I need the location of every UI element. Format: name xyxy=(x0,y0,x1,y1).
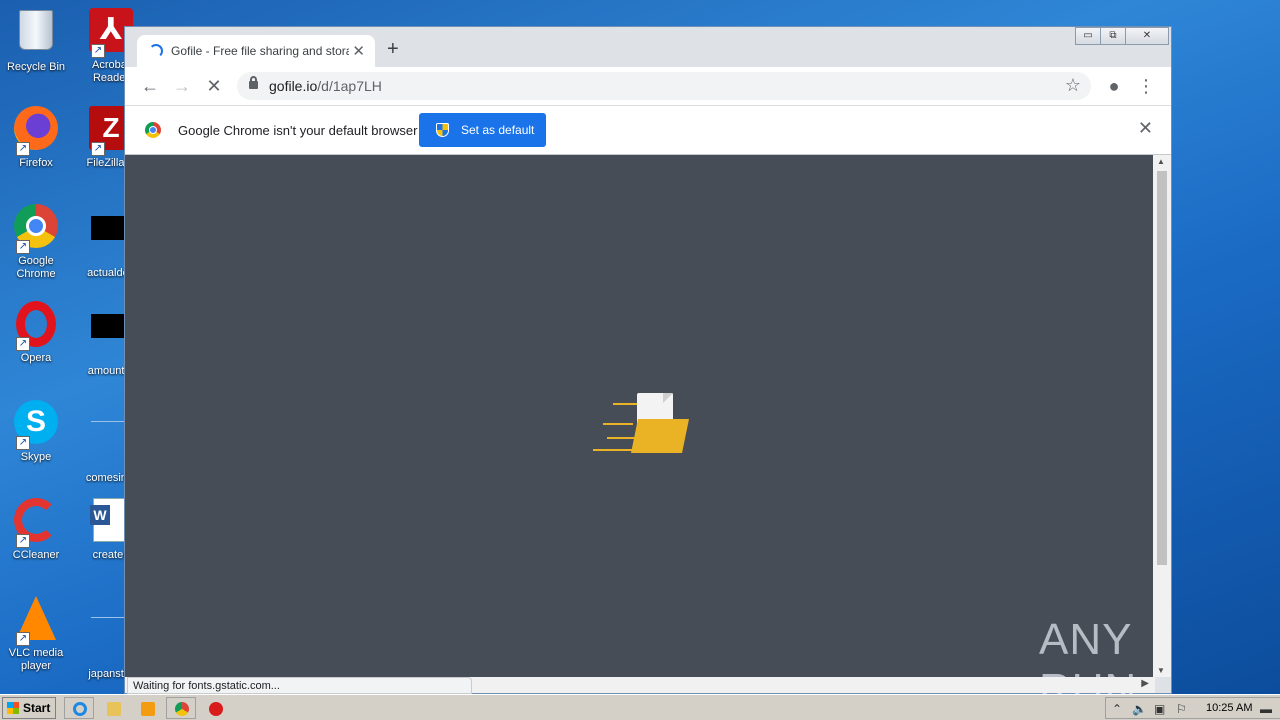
chrome-logo-icon xyxy=(145,122,161,138)
desktop-icon-skype[interactable]: S ↗ Skype xyxy=(0,398,72,464)
action-center-flag-icon[interactable]: ⚐ xyxy=(1176,702,1187,716)
restore-button[interactable]: ⧉ xyxy=(1100,27,1126,45)
tab-close-icon[interactable]: ✕ xyxy=(352,42,365,60)
taskbar-media-player xyxy=(132,697,162,719)
browser-toolbar: ← → ✕ gofile.io/d/1ap7LH ☆ ● ⋮ xyxy=(125,67,1171,105)
chrome-icon xyxy=(175,702,189,716)
new-tab-button[interactable]: + xyxy=(387,39,399,59)
scrollbar-thumb[interactable] xyxy=(1157,171,1167,565)
page-content: ANY RUN xyxy=(125,155,1155,714)
desktop-icon-opera[interactable]: ↗ Opera xyxy=(0,300,72,365)
start-button[interactable]: Start xyxy=(2,697,56,719)
volume-icon[interactable]: 🔈 xyxy=(1132,702,1147,716)
taskbar-opera xyxy=(200,697,230,719)
back-arrow-icon[interactable]: ← xyxy=(137,73,163,99)
vertical-scrollbar[interactable]: ▲ ▼ xyxy=(1153,155,1171,677)
infobar-message: Google Chrome isn't your default browser xyxy=(178,123,418,138)
desktop-icon-ccleaner[interactable]: ↗ CCleaner xyxy=(0,496,72,562)
infobar-close-icon[interactable]: ✕ xyxy=(1138,118,1153,139)
clock[interactable]: 10:25 AM xyxy=(1206,702,1252,714)
minimize-button[interactable]: ▭ xyxy=(1075,27,1101,45)
taskbar-chrome[interactable] xyxy=(166,697,196,719)
system-tray: ⌃ 🔈 ▣ ⚐ 10:25 AM ▬ xyxy=(1105,697,1280,719)
bookmark-star-icon[interactable]: ☆ xyxy=(1065,75,1081,96)
recycle-bin-icon xyxy=(19,10,53,50)
taskbar-explorer xyxy=(98,697,128,719)
shield-icon xyxy=(436,123,449,137)
url-text: gofile.io/d/1ap7LH xyxy=(269,78,382,94)
tray-expand-icon[interactable]: ⌃ xyxy=(1112,702,1122,716)
desktop-icon-chrome[interactable]: ↗ Google Chrome xyxy=(0,202,72,281)
media-player-icon[interactable] xyxy=(141,702,155,716)
profile-icon[interactable]: ● xyxy=(1101,73,1127,99)
forward-arrow-icon[interactable]: → xyxy=(169,73,195,99)
show-desktop-icon[interactable]: ▬ xyxy=(1260,702,1272,716)
windows-logo-icon xyxy=(7,702,19,714)
status-bubble: Waiting for fonts.gstatic.com... xyxy=(127,677,472,694)
taskbar: Start ⌃ 🔈 ▣ ⚐ 10:25 AM ▬ xyxy=(0,694,1280,720)
desktop-icon-firefox[interactable]: ↗ Firefox xyxy=(0,104,72,170)
folder-icon[interactable] xyxy=(107,702,121,716)
desktop-icon-recycle-bin[interactable]: Recycle Bin xyxy=(0,6,72,74)
gofile-loading-folder-icon xyxy=(593,391,693,461)
internet-explorer-icon xyxy=(73,702,87,716)
default-browser-infobar: Google Chrome isn't your default browser… xyxy=(125,105,1171,155)
tab-strip: Gofile - Free file sharing and storage ✕… xyxy=(125,27,1171,67)
stop-loading-icon[interactable]: ✕ xyxy=(201,73,227,99)
set-as-default-button[interactable]: Set as default xyxy=(419,113,546,147)
taskbar-ie[interactable] xyxy=(64,697,94,719)
network-icon[interactable]: ▣ xyxy=(1154,702,1165,716)
menu-kebab-icon[interactable]: ⋮ xyxy=(1133,73,1159,99)
loading-spinner-icon xyxy=(149,44,163,58)
address-bar[interactable]: gofile.io/d/1ap7LH ☆ xyxy=(237,72,1091,100)
tab-gofile[interactable]: Gofile - Free file sharing and storage ✕ xyxy=(137,35,375,67)
lock-icon xyxy=(249,76,258,89)
stop-sign-icon[interactable] xyxy=(209,702,223,716)
tab-title: Gofile - Free file sharing and storage xyxy=(171,44,349,58)
close-window-button[interactable]: ✕ xyxy=(1125,27,1169,45)
chrome-window: Gofile - Free file sharing and storage ✕… xyxy=(124,26,1172,714)
desktop-icon-vlc[interactable]: ↗ VLC media player xyxy=(0,594,72,673)
